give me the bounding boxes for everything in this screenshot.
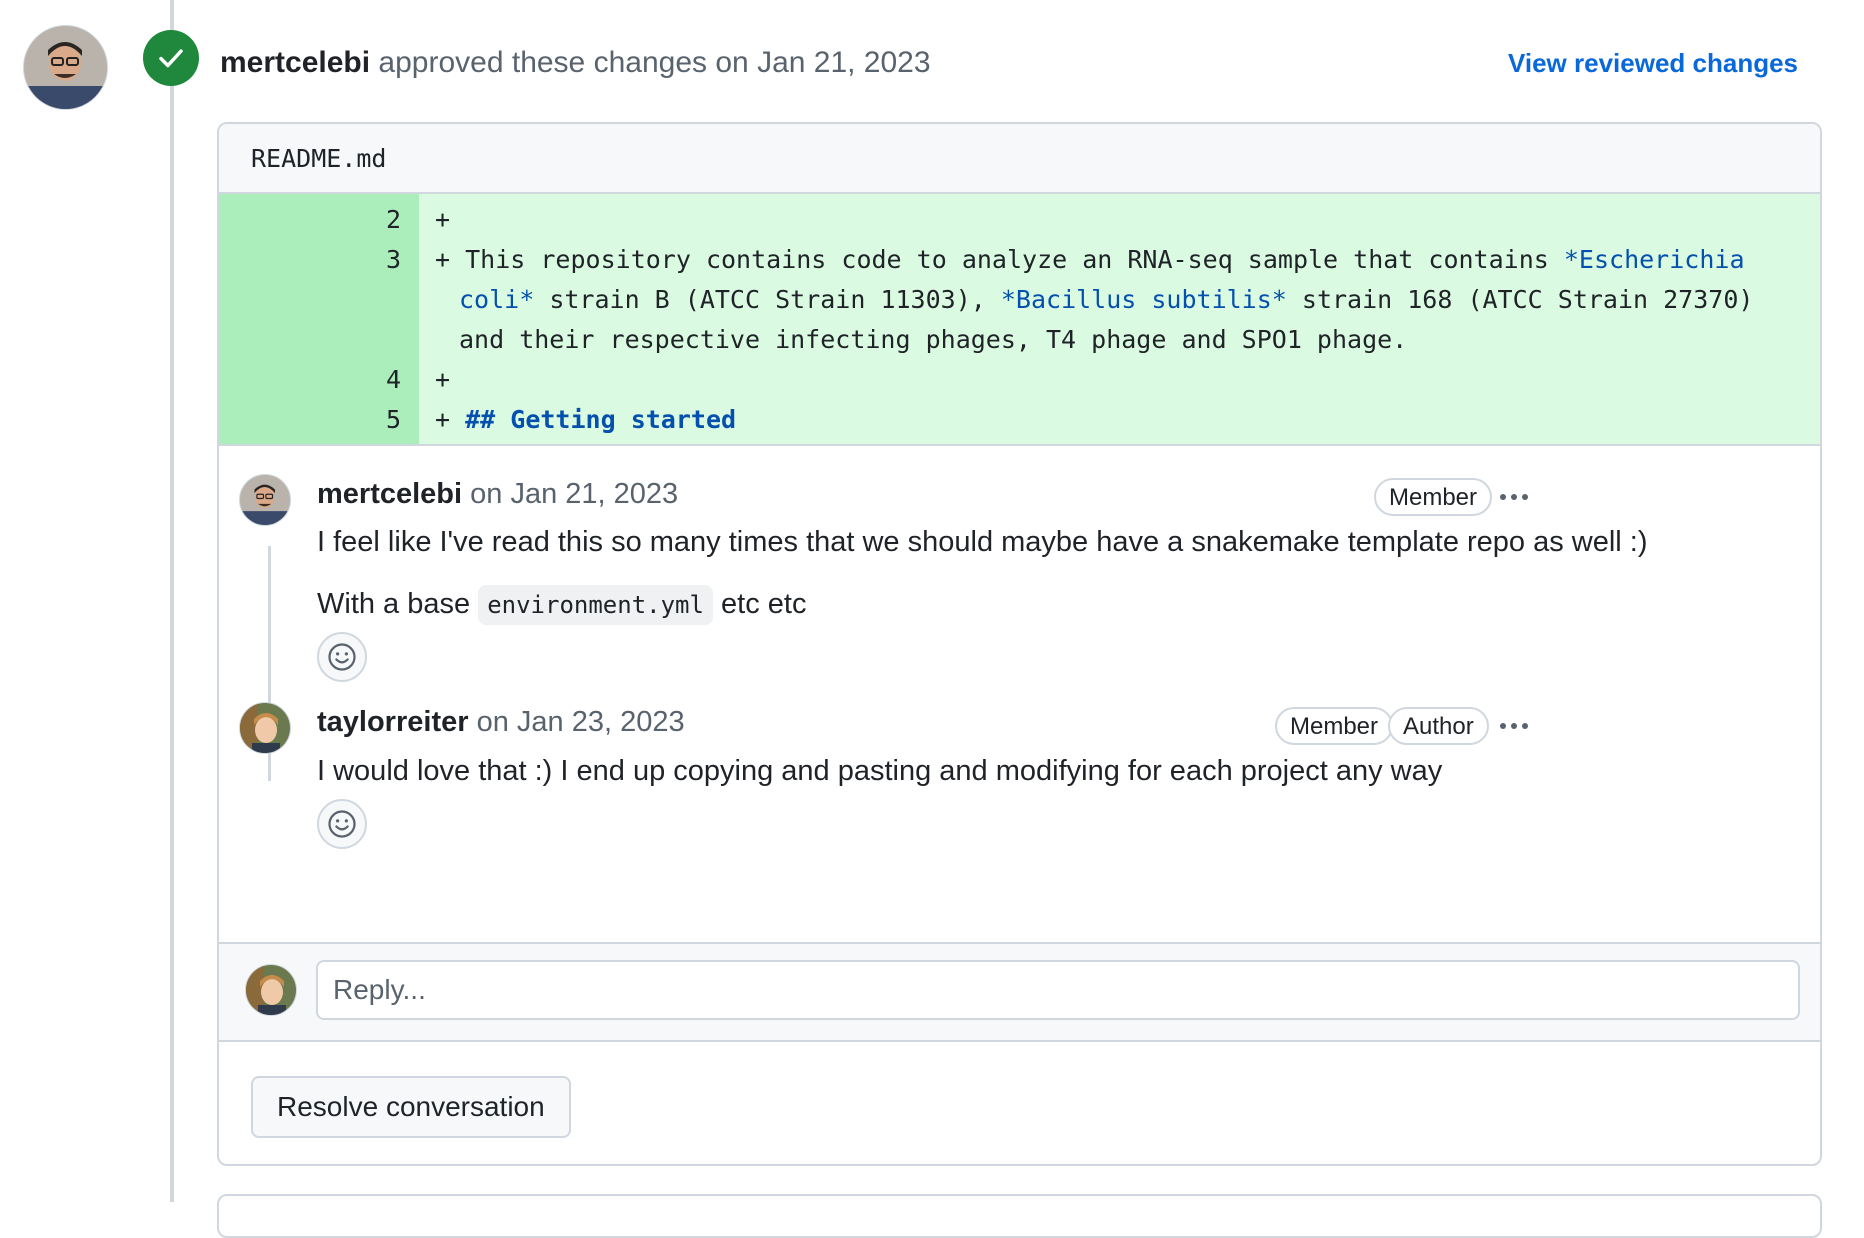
code-segment: strain B (ATCC Strain 11303), [534,285,1001,314]
author-badge: Author [1388,707,1489,745]
resolve-conversation-button[interactable]: Resolve conversation [251,1076,571,1138]
comment-date[interactable]: on Jan 23, 2023 [477,706,685,738]
diff-add-sign: + [435,365,451,394]
add-reaction-button[interactable] [317,799,367,849]
comment-header: mertcelebi on Jan 21, 2023 [317,474,678,514]
diff-hunk: 2 + 3 + This repository contains code to a… [219,194,1820,444]
comment-thread: mertcelebi on Jan 21, 2023 Member I feel… [219,446,1820,951]
diff-code: + [419,194,1820,240]
code-segment: *Bacillus subtilis* [1000,285,1287,314]
diff-line: 4 + [219,360,1820,400]
code-segment: This repository contains code to analyze… [465,245,1564,274]
smiley-icon [328,643,356,671]
diff-code: + [419,360,1820,400]
diff-code: + This repository contains code to analy… [419,240,1820,360]
line-number[interactable]: 3 [219,240,419,360]
diff-code: + ## Getting started [419,400,1820,444]
member-badge: Member [1374,478,1493,516]
reply-area: Reply... [219,942,1820,1042]
next-timeline-item [217,1194,1822,1238]
comment-body-line: I feel like I've read this so many times… [317,526,1648,558]
comment-date[interactable]: on Jan 21, 2023 [470,478,678,510]
diff-add-sign: + [435,245,451,274]
kebab-icon[interactable] [1494,711,1534,741]
diff-add-sign: + [435,205,451,234]
comment-author-link[interactable]: taylorreiter [317,706,469,738]
comment-text: etc etc [721,588,807,620]
comment-avatar-mertcelebi[interactable] [239,474,291,526]
current-user-avatar[interactable] [245,964,297,1016]
inline-code: environment.yml [478,585,713,625]
review-date[interactable]: on Jan 21, 2023 [715,46,930,79]
approved-badge [143,30,199,86]
comment-header: taylorreiter on Jan 23, 2023 [317,702,685,742]
kebab-icon[interactable] [1494,482,1534,512]
reviewer-avatar[interactable] [23,25,108,110]
diff-line: 5 + ## Getting started [219,400,1820,444]
timeline-line [170,0,174,1202]
comment-author-link[interactable]: mertcelebi [317,478,462,510]
file-header: README.md [219,124,1820,194]
diff-line: 3 + This repository contains code to anal… [219,240,1820,360]
diff-add-sign: + [435,405,451,434]
comment-body-line: I would love that :) I end up copying an… [317,755,1443,787]
review-action: approved these changes [378,46,708,79]
file-name[interactable]: README.md [251,144,386,173]
line-number[interactable]: 5 [219,400,419,444]
view-reviewed-changes-link[interactable]: View reviewed changes [1508,44,1798,82]
comment-avatar-taylorreiter[interactable] [239,702,291,754]
review-thread-box: README.md 2 + 3 + This repository contains… [217,122,1822,1166]
member-badge: Member [1275,707,1394,745]
reply-input[interactable]: Reply... [316,960,1800,1020]
review-header: mertcelebi approved these changes on Jan… [220,42,931,84]
comment-body-line: With a base environment.yml etc etc [317,584,806,625]
review-author-link[interactable]: mertcelebi [220,46,370,79]
diff-line: 2 + [219,194,1820,240]
add-reaction-button[interactable] [317,632,367,682]
line-number[interactable]: 4 [219,360,419,400]
code-segment: ## Getting started [465,405,737,434]
comment-text: With a base [317,588,471,620]
line-number[interactable]: 2 [219,194,419,240]
smiley-icon [328,810,356,838]
check-icon [159,49,183,68]
